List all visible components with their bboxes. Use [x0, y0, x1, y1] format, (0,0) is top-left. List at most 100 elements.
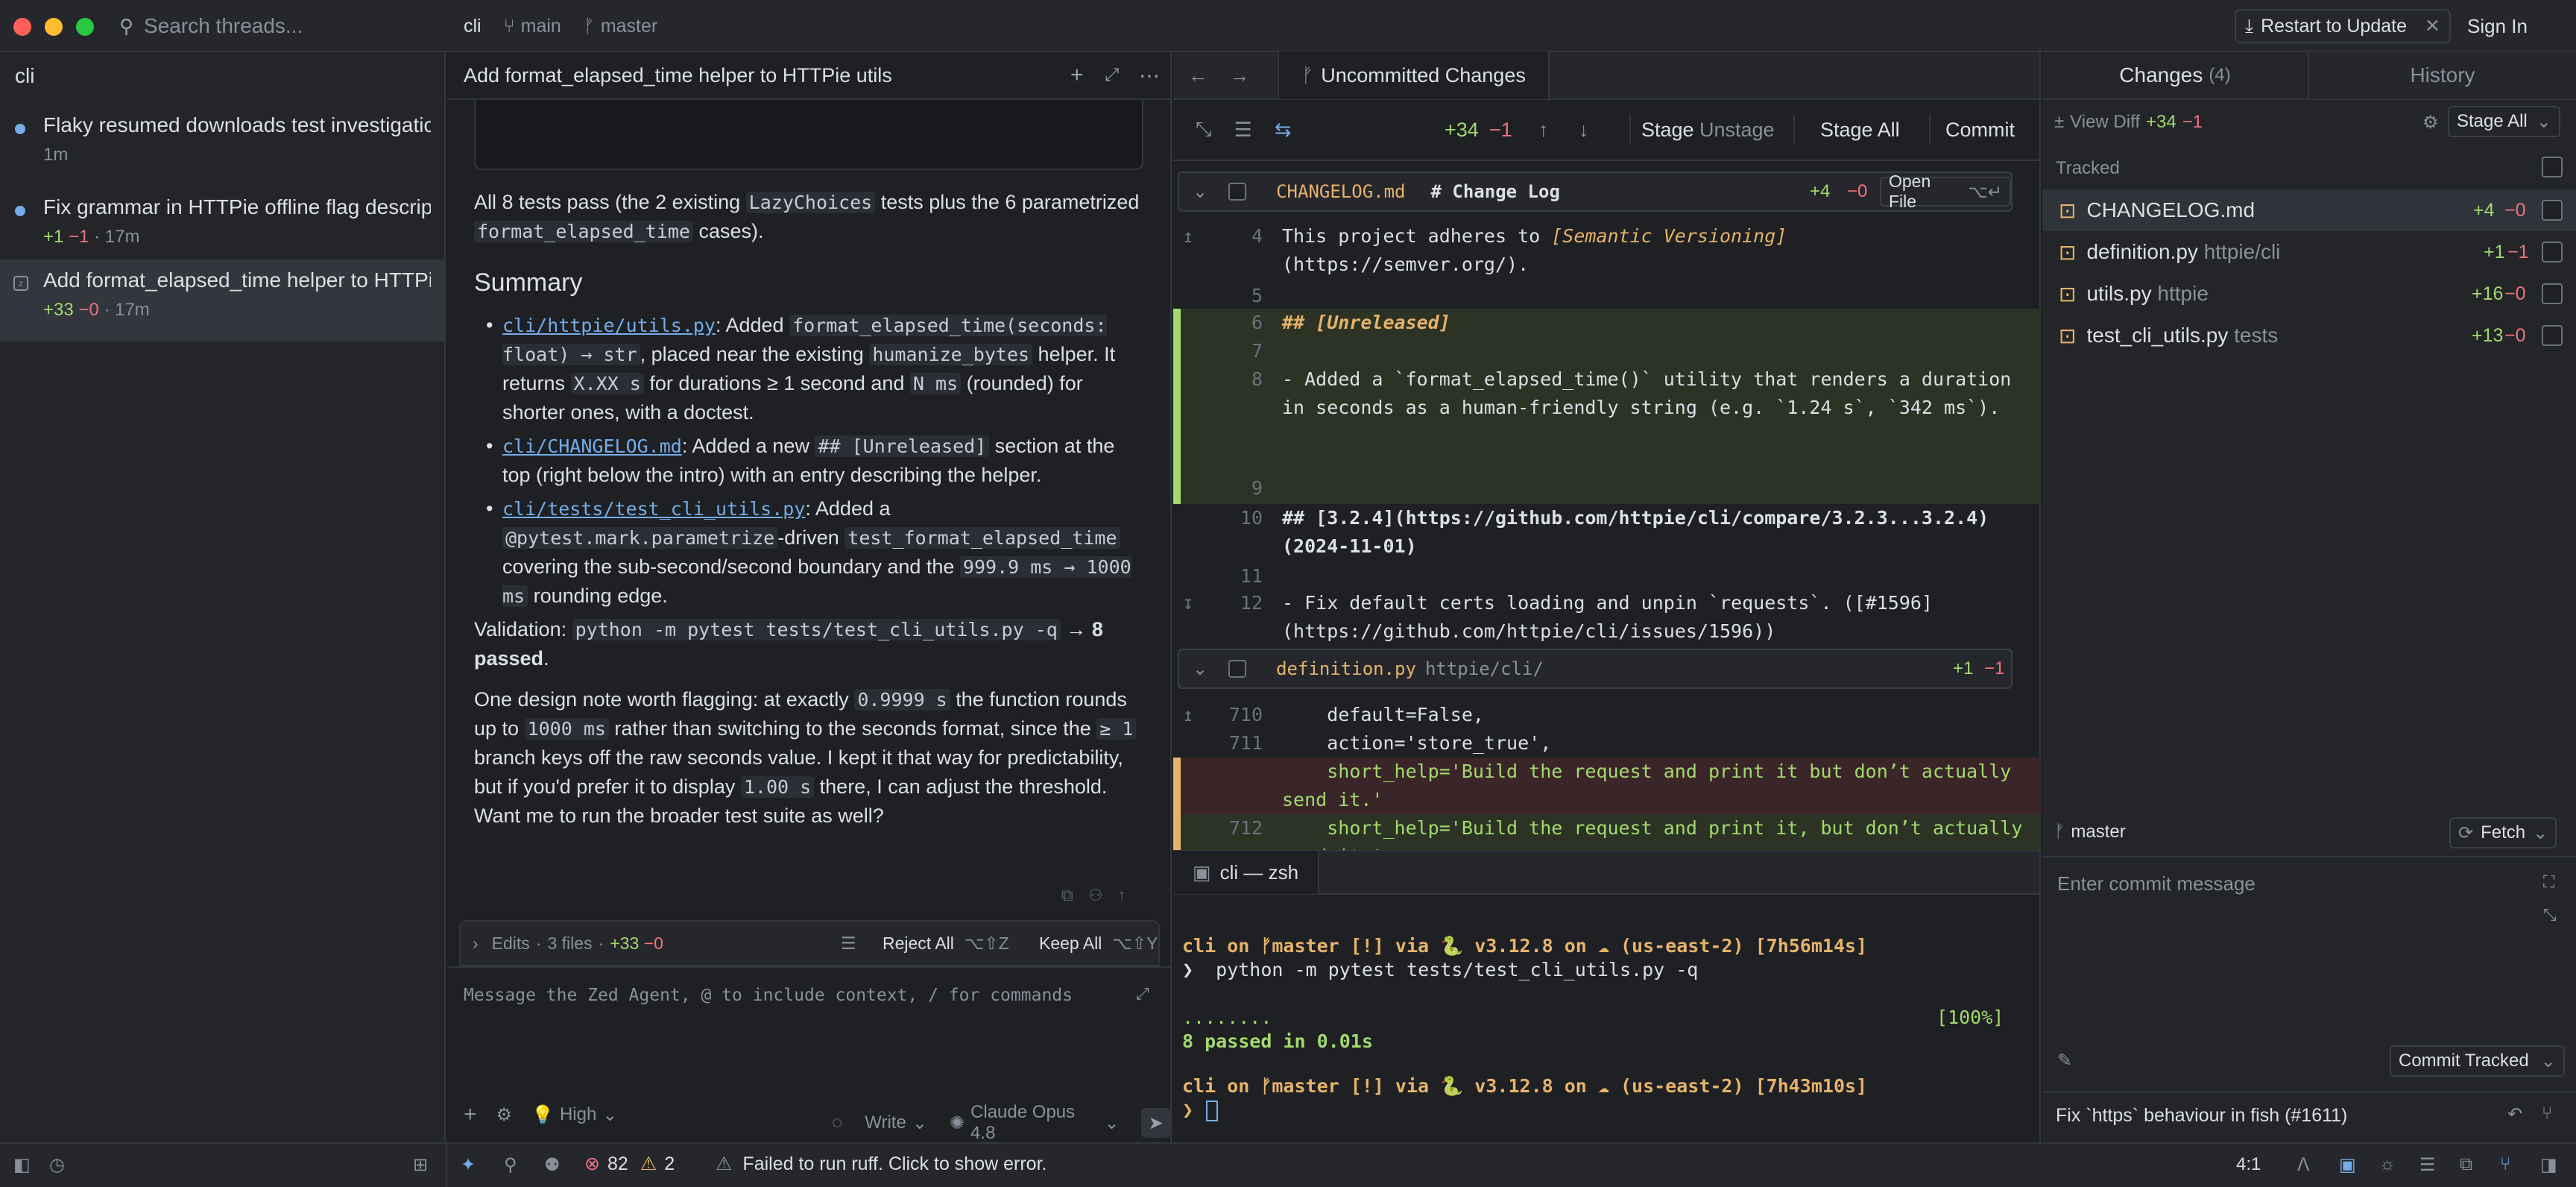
- thread-item-active[interactable]: z Add format_elapsed_time helper to HTTP…: [0, 259, 446, 341]
- changed-file-item[interactable]: ⊡ CHANGELOG.md +4 −0: [2042, 189, 2576, 231]
- bulb-icon: 💡: [531, 1104, 554, 1125]
- tab-uncommitted-changes[interactable]: ᚠ Uncommitted Changes: [1278, 51, 1550, 99]
- new-window-icon[interactable]: ⊞: [413, 1154, 428, 1176]
- stage-checkbox[interactable]: [1228, 660, 1247, 678]
- undo-icon[interactable]: ↶: [2507, 1103, 2522, 1125]
- settings-icon[interactable]: ⚙: [496, 1104, 513, 1126]
- close-window-button[interactable]: [13, 18, 31, 36]
- profile-selector[interactable]: Write ⌄: [865, 1112, 927, 1134]
- copy-icon[interactable]: ⧉: [1061, 886, 1073, 905]
- back-icon[interactable]: ←: [1188, 64, 1208, 87]
- toggle-right-dock-icon[interactable]: ◨: [2540, 1154, 2557, 1176]
- project-name[interactable]: cli: [464, 16, 482, 37]
- stage-all-dropdown[interactable]: Stage All ⌄: [2448, 106, 2560, 137]
- thread-item[interactable]: Fix grammar in HTTPie offline flag descr…: [0, 186, 446, 268]
- scroll-top-icon[interactable]: ↑: [1117, 886, 1126, 905]
- changed-file-item[interactable]: ⊡ test_cli_utils.py tests +13 −0: [2042, 315, 2576, 356]
- new-thread-icon[interactable]: +: [1070, 63, 1084, 88]
- sign-in-button[interactable]: Sign In: [2467, 15, 2528, 38]
- maximize-window-button[interactable]: [76, 18, 94, 36]
- changed-file-item[interactable]: ⊡ definition.py httpie/cli +1 −1: [2042, 231, 2576, 273]
- thread-search[interactable]: ⚲ Search threads...: [119, 10, 432, 42]
- project-panel-icon[interactable]: ⧉: [2460, 1154, 2472, 1175]
- collapse-icon[interactable]: ⤡: [1196, 118, 1212, 142]
- debugger-icon[interactable]: ☼: [2379, 1154, 2396, 1175]
- fetch-button[interactable]: ⟳ Fetch ⌄: [2449, 817, 2557, 848]
- branch-selector[interactable]: ᚠ master: [584, 16, 657, 37]
- dismiss-icon[interactable]: ✕: [2425, 15, 2440, 37]
- file-header-definition[interactable]: ⌄ definition.py httpie/cli/ +1 −1: [1178, 649, 2012, 689]
- expand-icon[interactable]: ⤢: [1105, 65, 1119, 86]
- stage-checkbox[interactable]: [1228, 183, 1247, 201]
- stage-checkbox[interactable]: [2542, 242, 2563, 262]
- stage-checkbox[interactable]: [2542, 325, 2563, 346]
- prev-hunk-icon[interactable]: ↑: [1538, 119, 1549, 142]
- chevron-right-icon[interactable]: ›: [473, 933, 479, 954]
- next-hunk-icon[interactable]: ↓: [1579, 119, 1589, 142]
- file-link[interactable]: cli/httpie/utils.py: [502, 315, 716, 336]
- commit-tracked-button[interactable]: Commit Tracked ⌄: [2390, 1045, 2565, 1077]
- lsp-status[interactable]: ⚠ Failed to run ruff. Click to show error…: [716, 1153, 1046, 1175]
- outline-icon[interactable]: ☰: [2419, 1154, 2436, 1176]
- send-icon[interactable]: ➤: [1141, 1108, 1170, 1138]
- diff-line: 711 action='store_true',: [1228, 732, 1552, 754]
- unread-dot: [15, 124, 25, 134]
- more-icon[interactable]: ⋯: [1139, 63, 1160, 88]
- resize-icon[interactable]: ⤡: [2543, 905, 2557, 925]
- chevron-down-icon[interactable]: ⌄: [1193, 181, 1208, 203]
- git-panel-icon[interactable]: ⑂: [2500, 1154, 2510, 1175]
- view-diff-button[interactable]: ± View Diff +34 −1: [2054, 112, 2203, 133]
- commit-message-input[interactable]: Enter commit message: [2057, 872, 2255, 895]
- open-file-button[interactable]: Open File ⌥↵: [1880, 171, 2011, 211]
- expand-icon[interactable]: ⛶: [2543, 872, 2554, 892]
- history-icon[interactable]: ◷: [49, 1154, 65, 1176]
- keep-all-button[interactable]: Keep All ⌥⇧Y: [1039, 933, 1158, 954]
- thinking-mode-selector[interactable]: 💡 High ⌄: [531, 1104, 617, 1126]
- changed-file-item[interactable]: ⊡ utils.py httpie +16 −0: [2042, 273, 2576, 315]
- debug-icon[interactable]: ⚉: [544, 1154, 561, 1176]
- worktree-selector[interactable]: ⑂ main: [504, 16, 561, 37]
- cursor-position[interactable]: 4:1: [2236, 1154, 2261, 1175]
- agent-icon[interactable]: ✦: [461, 1154, 476, 1176]
- list-item: cli/CHANGELOG.md: Added a new ## [Unrele…: [486, 432, 1145, 490]
- tracked-checkbox[interactable]: [2542, 157, 2563, 177]
- search-input[interactable]: Search threads...: [144, 14, 303, 38]
- generate-message-icon[interactable]: ✎: [2057, 1050, 2072, 1071]
- commit-button[interactable]: Commit: [1945, 119, 2015, 142]
- stage-checkbox[interactable]: [2542, 283, 2563, 304]
- git-graph-icon[interactable]: ⑂: [2542, 1103, 2552, 1124]
- thread-item[interactable]: Flaky resumed downloads test investigati…: [0, 104, 446, 186]
- terminal-cursor[interactable]: [1206, 1101, 1218, 1121]
- search-icon[interactable]: ⚲: [504, 1154, 517, 1176]
- forward-icon[interactable]: →: [1230, 64, 1249, 87]
- file-header-changelog[interactable]: ⌄ CHANGELOG.md # Change Log +4 −0 Open F…: [1178, 171, 2012, 212]
- feedback-icon[interactable]: ⚇: [1088, 886, 1103, 905]
- sidebar-toggle-icon[interactable]: ◧: [13, 1154, 31, 1176]
- stage-all-button[interactable]: Stage All: [1820, 119, 1900, 142]
- edits-bar[interactable]: › Edits · 3 files · +33 −0 ☰ Reject All ⌥…: [459, 920, 1160, 966]
- expand-editor-icon[interactable]: ⤢: [1136, 984, 1149, 1004]
- list-icon[interactable]: ☰: [1234, 119, 1252, 142]
- unstage-button[interactable]: Unstage: [1699, 119, 1775, 142]
- zeta-icon[interactable]: ᐱ: [2297, 1154, 2309, 1176]
- terminal-icon[interactable]: ▣: [2339, 1154, 2356, 1176]
- diagnostics-indicator[interactable]: ⊗ 82 ⚠ 2: [584, 1153, 675, 1175]
- model-selector[interactable]: ✺ Claude Opus 4.8 ⌄: [950, 1102, 1120, 1144]
- review-icon[interactable]: ☰: [841, 933, 856, 954]
- reject-all-button[interactable]: Reject All ⌥⇧Z: [883, 933, 1009, 954]
- stage-button[interactable]: Stage: [1629, 119, 1694, 142]
- tab-changes[interactable]: Changes (4): [2042, 51, 2309, 99]
- minimize-window-button[interactable]: [45, 18, 63, 36]
- message-input[interactable]: Message the Zed Agent, @ to include cont…: [464, 986, 1073, 1005]
- file-link[interactable]: cli/CHANGELOG.md: [502, 435, 682, 457]
- tab-history[interactable]: History: [2309, 51, 2576, 99]
- branch-label[interactable]: ᚠ master: [2054, 822, 2126, 843]
- options-icon[interactable]: ⚙: [2422, 112, 2439, 133]
- file-link[interactable]: cli/tests/test_cli_utils.py: [502, 498, 805, 520]
- chevron-down-icon[interactable]: ⌄: [1193, 658, 1208, 680]
- stage-checkbox[interactable]: [2542, 200, 2563, 221]
- add-context-icon[interactable]: +: [464, 1102, 477, 1127]
- tab-terminal[interactable]: ▣ cli — zsh: [1173, 851, 1320, 894]
- restart-update-button[interactable]: ⤓ Restart to Update ✕: [2235, 9, 2451, 43]
- split-view-icon[interactable]: ⇆: [1275, 119, 1292, 142]
